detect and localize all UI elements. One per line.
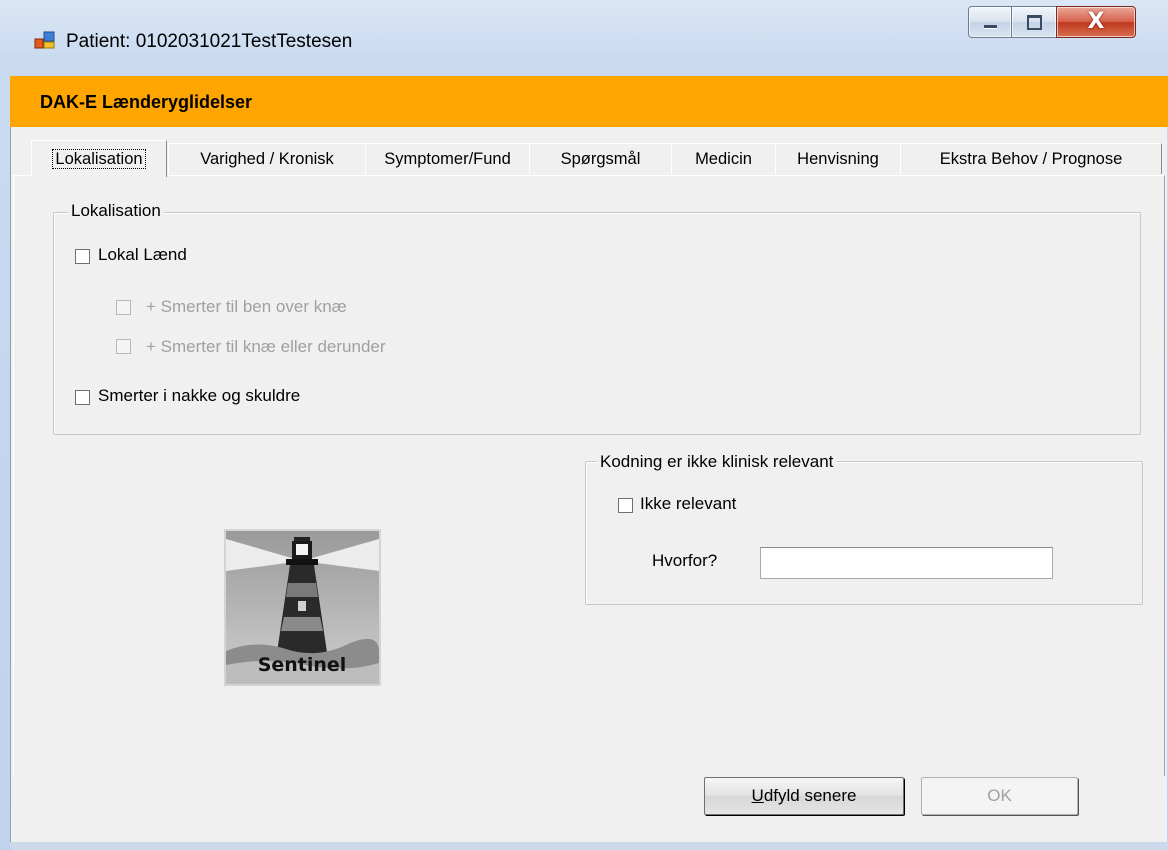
lokal-laend-label[interactable]: Lokal Lænd [98,245,187,265]
header-title: DAK-E Lænderyglidelser [40,92,253,112]
window-title: Patient: 0102031021TestTestesen [66,31,353,52]
knae-eller-derunder-label: + Smerter til knæ eller derunder [146,337,386,356]
ben-over-knae-label: + Smerter til ben over knæ [146,297,347,316]
sentinel-logo: Sentinel [224,529,381,686]
minimize-button[interactable] [968,6,1012,38]
sentinel-text: Sentinel [258,654,347,676]
nakke-skuldre-label[interactable]: Smerter i nakke og skuldre [98,386,300,406]
udfyld-senere-label: dfyld senere [763,786,857,805]
knae-eller-derunder-checkbox [116,339,131,354]
minimize-icon [984,25,997,28]
kodning-group [585,461,1143,605]
tab-symptomer[interactable]: Symptomer/Fund [365,143,530,174]
nakke-skuldre-checkbox[interactable] [75,390,90,405]
lighthouse-icon: Sentinel [226,531,379,684]
app-icon [34,30,56,50]
tab-label: Lokalisation [52,149,146,169]
hvorfor-input[interactable] [760,547,1053,579]
maximize-icon [1027,15,1042,30]
tab-lokalisation[interactable]: Lokalisation [31,140,167,177]
hvorfor-label: Hvorfor? [652,551,718,570]
lokal-laend-checkbox[interactable] [75,249,90,264]
window-bottom-edge [10,842,1168,850]
kodning-legend: Kodning er ikke klinisk relevant [597,452,837,472]
udfyld-senere-button[interactable]: Udfyld senere [704,777,904,815]
maximize-button[interactable] [1011,6,1057,38]
close-icon: X [1087,9,1105,34]
close-button[interactable]: X [1056,6,1136,38]
ben-over-knae-checkbox [116,300,131,315]
ok-button[interactable]: OK [921,777,1078,815]
tab-ekstra-behov[interactable]: Ekstra Behov / Prognose [900,143,1162,174]
ikke-relevant-checkbox[interactable] [618,498,633,513]
lokalisation-legend: Lokalisation [68,201,164,221]
tab-spoergsmaal[interactable]: Spørgsmål [529,143,672,174]
tab-medicin[interactable]: Medicin [671,143,776,174]
tab-varighed[interactable]: Varighed / Kronisk [168,143,366,174]
ikke-relevant-label[interactable]: Ikke relevant [640,494,736,514]
tab-henvisning[interactable]: Henvisning [775,143,901,174]
mnemonic-letter: U [751,786,764,805]
